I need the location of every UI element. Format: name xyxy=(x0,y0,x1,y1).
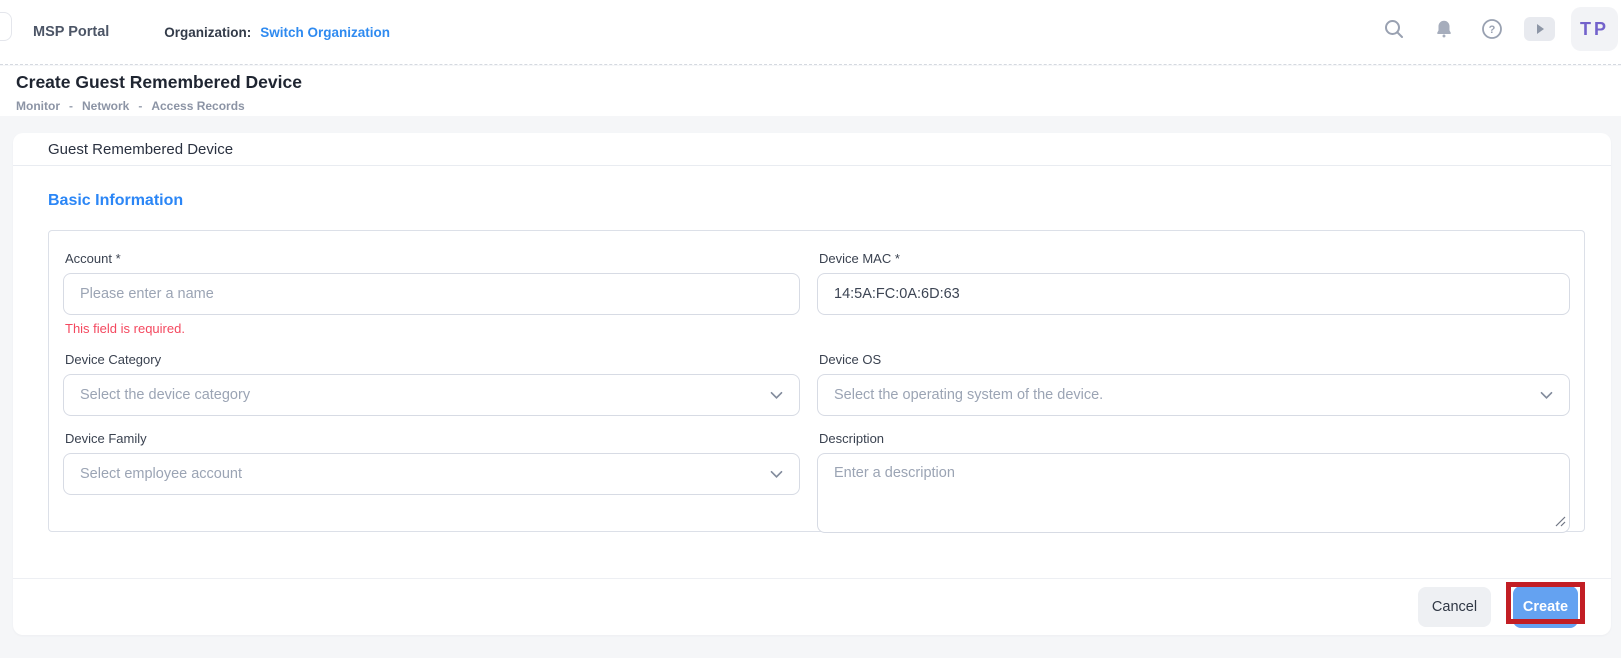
device-family-label: Device Family xyxy=(65,431,798,446)
device-mac-field: Device MAC * xyxy=(817,251,1570,315)
description-field: Description xyxy=(817,431,1570,538)
breadcrumb-item-access-records[interactable]: Access Records xyxy=(151,99,244,113)
help-icon[interactable]: ? xyxy=(1481,18,1503,40)
breadcrumb-item-network[interactable]: Network xyxy=(82,99,129,113)
device-os-placeholder: Select the operating system of the devic… xyxy=(834,387,1103,403)
description-label: Description xyxy=(819,431,1568,446)
create-button[interactable]: Create xyxy=(1513,586,1578,628)
switch-organization-link[interactable]: Switch Organization xyxy=(260,25,390,40)
account-error-message: This field is required. xyxy=(65,321,800,336)
device-family-placeholder: Select employee account xyxy=(80,466,242,482)
page-title: Create Guest Remembered Device xyxy=(16,72,1621,93)
avatar[interactable]: TP xyxy=(1571,7,1618,51)
breadcrumb-separator: - xyxy=(69,99,73,113)
device-os-field: Device OS Select the operating system of… xyxy=(817,352,1570,416)
card-title: Guest Remembered Device xyxy=(13,133,1611,166)
device-category-field: Device Category Select the device catego… xyxy=(63,352,800,416)
device-family-select[interactable]: Select employee account xyxy=(63,453,800,495)
top-bar: MSP Portal Organization: Switch Organiza… xyxy=(0,0,1621,65)
organization-label: Organization: xyxy=(164,25,251,40)
footer-divider xyxy=(13,578,1611,579)
device-category-label: Device Category xyxy=(65,352,798,367)
device-os-label: Device OS xyxy=(819,352,1568,367)
account-input[interactable] xyxy=(63,273,800,315)
chevron-down-icon xyxy=(770,391,783,400)
cancel-button[interactable]: Cancel xyxy=(1418,587,1491,627)
guest-remembered-device-card: Guest Remembered Device Basic Informatio… xyxy=(13,133,1611,635)
resize-grip-icon[interactable] xyxy=(1555,514,1566,532)
breadcrumb-separator: - xyxy=(138,99,142,113)
app-title: MSP Portal xyxy=(33,24,109,40)
svg-text:?: ? xyxy=(1489,24,1496,36)
device-mac-input[interactable] xyxy=(817,273,1570,315)
search-icon[interactable] xyxy=(1383,18,1405,40)
basic-information-section-title: Basic Information xyxy=(48,192,1611,210)
account-label: Account * xyxy=(65,251,798,266)
account-field: Account * This field is required. xyxy=(63,251,800,336)
video-tutorial-play-icon[interactable] xyxy=(1524,17,1555,41)
breadcrumb-item-monitor[interactable]: Monitor xyxy=(16,99,60,113)
description-textarea[interactable] xyxy=(817,453,1570,533)
basic-information-group: Account * This field is required. Device… xyxy=(48,230,1585,532)
device-category-select[interactable]: Select the device category xyxy=(63,374,800,416)
device-os-select[interactable]: Select the operating system of the devic… xyxy=(817,374,1570,416)
notifications-bell-icon[interactable] xyxy=(1433,18,1455,40)
device-mac-label: Device MAC * xyxy=(819,251,1568,266)
device-family-field: Device Family Select employee account xyxy=(63,431,800,495)
chevron-down-icon xyxy=(770,470,783,479)
collapsed-sidebar-edge xyxy=(0,12,12,41)
breadcrumb: Monitor - Network - Access Records xyxy=(16,99,1621,113)
page-title-area: Create Guest Remembered Device Monitor -… xyxy=(0,66,1621,116)
device-category-placeholder: Select the device category xyxy=(80,387,250,403)
chevron-down-icon xyxy=(1540,391,1553,400)
